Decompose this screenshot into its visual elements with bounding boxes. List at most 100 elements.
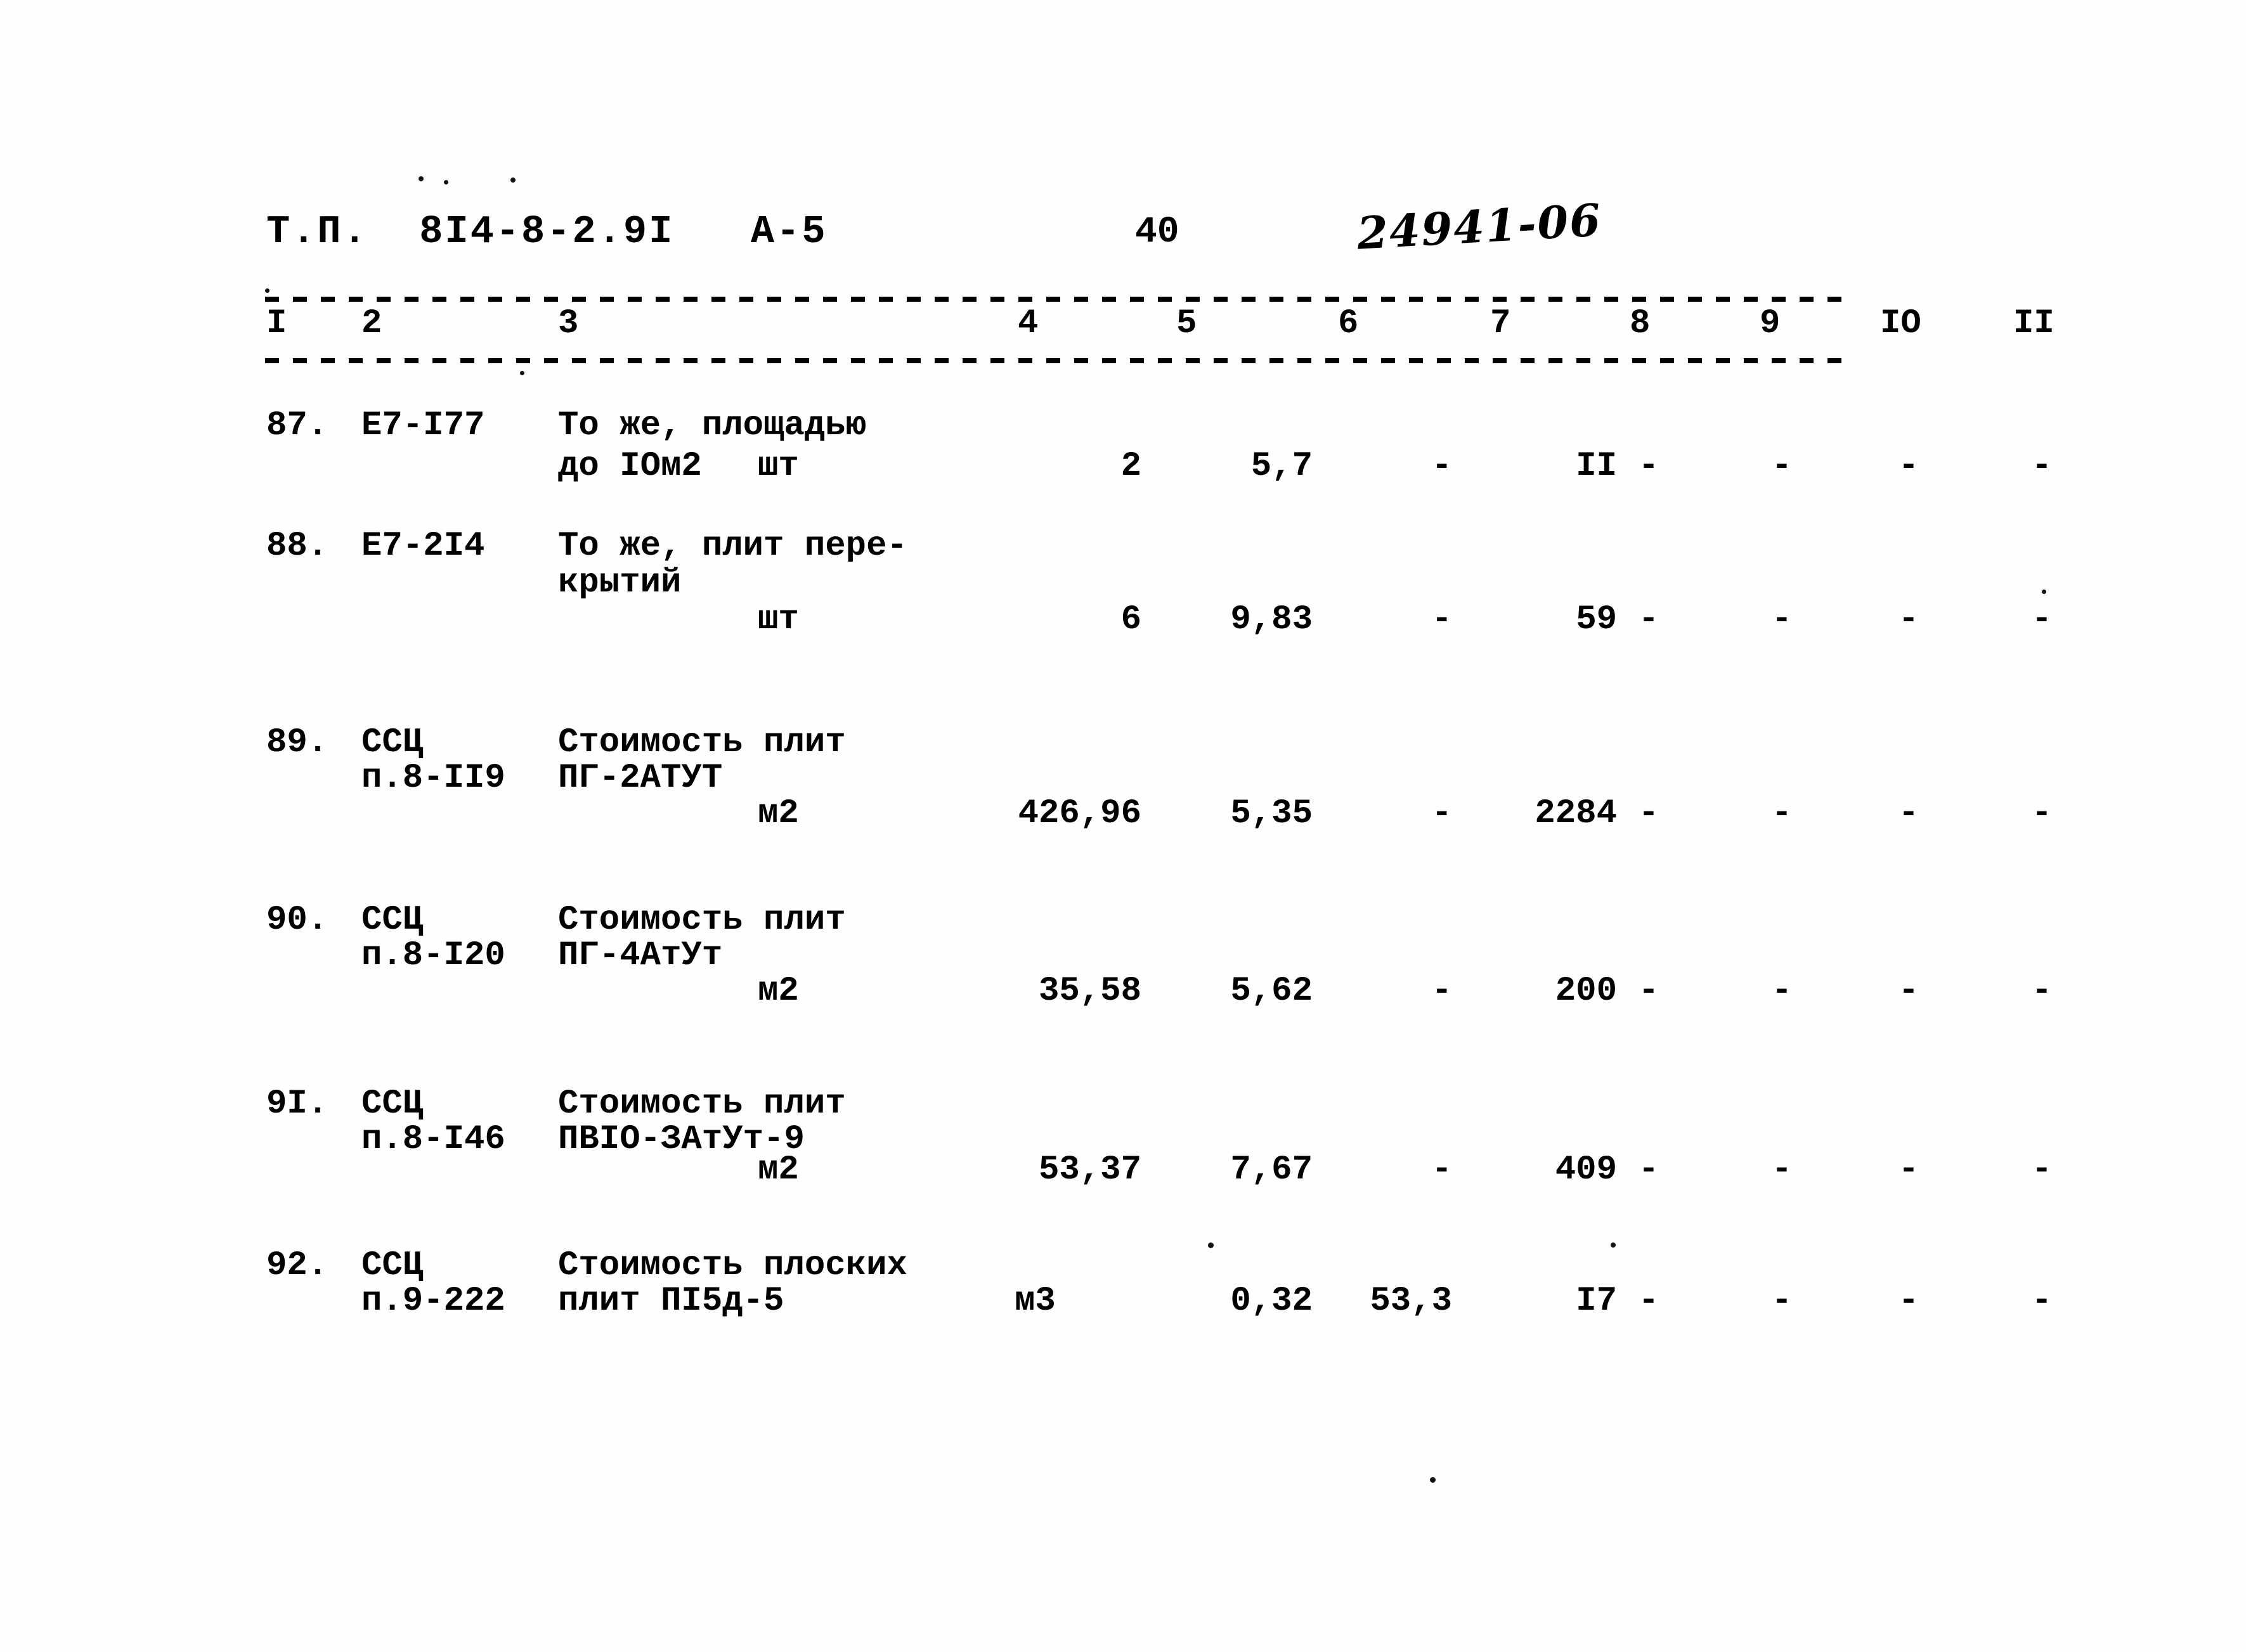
- row-code-line-2: п.9-222: [361, 1282, 505, 1320]
- row-desc-line-2: ПГ-2АТУТ: [558, 759, 723, 797]
- column-header-1: I: [266, 304, 287, 343]
- row-number: 88.: [266, 527, 328, 565]
- row-value-col9: -: [1771, 1151, 1793, 1189]
- scan-speck: [2042, 590, 2046, 594]
- row-value-col5: 7,67: [1230, 1151, 1313, 1189]
- row-unit: м2: [758, 794, 799, 833]
- row-value-col6: -: [1431, 794, 1452, 833]
- row-value-col6: -: [1431, 972, 1452, 1010]
- row-code-line-1: ССЦ: [361, 901, 424, 939]
- row-value-col6: 53,3: [1370, 1282, 1452, 1320]
- row-code-line-2: п.8-I20: [361, 936, 505, 975]
- row-desc-line-2: до IOм2: [558, 447, 702, 486]
- row-desc-line-2: ПГ-4АтУт: [558, 936, 723, 975]
- row-value-col10: -: [1898, 447, 1919, 486]
- row-value-col7: II: [1576, 447, 1617, 486]
- row-value-col5: 5,7: [1250, 447, 1313, 486]
- column-header-5: 5: [1176, 304, 1197, 343]
- row-value-col8: -: [1638, 447, 1659, 486]
- document-code: Т.П. 8I4-8-2.9I А-5: [266, 209, 828, 254]
- row-number: 92.: [266, 1246, 328, 1285]
- scan-speck: [444, 180, 448, 184]
- row-value-col8: -: [1638, 1282, 1659, 1320]
- row-value-col4: 426,96: [1018, 794, 1141, 833]
- row-value-col11: -: [2031, 1151, 2053, 1189]
- scanned-page: Т.П. 8I4-8-2.9I А-5 40 24941-06 I 2 3 4 …: [0, 0, 2246, 1652]
- table-rule-top: [265, 297, 1850, 302]
- row-desc-line-2: крытий: [558, 564, 682, 602]
- row-number: 9I.: [266, 1085, 328, 1123]
- row-code-line-2: п.8-I46: [361, 1120, 505, 1159]
- row-value-col11: -: [2031, 447, 2053, 486]
- scan-speck: [1208, 1242, 1214, 1248]
- row-desc-line-1: То же, площадью: [558, 406, 867, 445]
- row-desc-line-1: То же, плит пере-: [558, 527, 907, 565]
- row-value-col7: 59: [1576, 600, 1617, 639]
- row-value-col4: 2: [1120, 447, 1141, 486]
- row-unit: м2: [758, 972, 799, 1010]
- row-value-col8: -: [1638, 794, 1659, 833]
- row-value-col11: -: [2031, 1282, 2053, 1320]
- row-value-col10: -: [1898, 972, 1919, 1010]
- scan-speck: [1611, 1242, 1616, 1248]
- row-value-col6: -: [1431, 447, 1452, 486]
- row-number: 87.: [266, 406, 328, 445]
- row-value-col6: -: [1431, 600, 1452, 639]
- row-desc-line-2: плит ПI5д-5: [558, 1282, 784, 1320]
- row-value-col7: I7: [1576, 1282, 1617, 1320]
- row-value-col10: -: [1898, 794, 1919, 833]
- row-code-line-1: ССЦ: [361, 1246, 424, 1285]
- scan-speck: [265, 288, 269, 293]
- row-value-col5: 9,83: [1230, 600, 1313, 639]
- row-number: 89.: [266, 723, 328, 762]
- page-number: 40: [1135, 212, 1179, 253]
- row-value-col9: -: [1771, 794, 1793, 833]
- row-code-line-1: Е7-2I4: [361, 527, 485, 565]
- row-value-col4: 6: [1120, 600, 1141, 639]
- row-code-line-1: ССЦ: [361, 723, 424, 762]
- row-value-col9: -: [1771, 1282, 1793, 1320]
- table-rule-bottom: [265, 358, 1850, 363]
- row-unit: шт: [758, 600, 799, 639]
- row-code-line-1: Е7-I77: [361, 406, 485, 445]
- handwritten-archive-code: 24941-06: [1355, 193, 1604, 260]
- row-value-col4: 53,37: [1038, 1151, 1141, 1189]
- row-unit: шт: [758, 447, 799, 486]
- row-value-col8: -: [1638, 1151, 1659, 1189]
- row-value-col7: 2284: [1535, 794, 1617, 833]
- row-value-col9: -: [1771, 972, 1793, 1010]
- scan-speck: [510, 177, 516, 183]
- row-value-col4: 35,58: [1038, 972, 1141, 1010]
- row-desc-line-1: Стоимость плит: [558, 901, 846, 939]
- scan-speck: [1430, 1477, 1436, 1483]
- column-header-8: 8: [1630, 304, 1651, 343]
- row-value-col9: -: [1771, 447, 1793, 486]
- row-code-line-1: ССЦ: [361, 1085, 424, 1123]
- row-number: 90.: [266, 901, 328, 939]
- row-value-col10: -: [1898, 1282, 1919, 1320]
- scan-speck: [419, 176, 424, 181]
- row-desc-line-1: Стоимость плит: [558, 1085, 846, 1123]
- row-value-col8: -: [1638, 600, 1659, 639]
- row-unit: м2: [758, 1151, 799, 1189]
- row-value-col11: -: [2031, 600, 2053, 639]
- row-value-col10: -: [1898, 1151, 1919, 1189]
- column-header-7: 7: [1490, 304, 1511, 343]
- row-value-col6: -: [1431, 1151, 1452, 1189]
- row-desc-line-1: Стоимость плоских: [558, 1246, 907, 1285]
- column-header-9: 9: [1760, 304, 1781, 343]
- row-value-col5: 5,35: [1230, 794, 1313, 833]
- column-header-2: 2: [361, 304, 382, 343]
- column-header-6: 6: [1338, 304, 1359, 343]
- row-value-col11: -: [2031, 972, 2053, 1010]
- row-value-col10: -: [1898, 600, 1919, 639]
- row-value-col7: 200: [1555, 972, 1617, 1010]
- column-header-3: 3: [558, 304, 579, 343]
- row-value-col11: -: [2031, 794, 2053, 833]
- row-value-col8: -: [1638, 972, 1659, 1010]
- row-unit: м3: [1015, 1282, 1056, 1320]
- document-header: Т.П. 8I4-8-2.9I А-5 40 24941-06: [0, 193, 2246, 260]
- row-desc-line-1: Стоимость плит: [558, 723, 846, 762]
- column-header-11: II: [2013, 304, 2055, 343]
- row-value-col5: 5,62: [1230, 972, 1313, 1010]
